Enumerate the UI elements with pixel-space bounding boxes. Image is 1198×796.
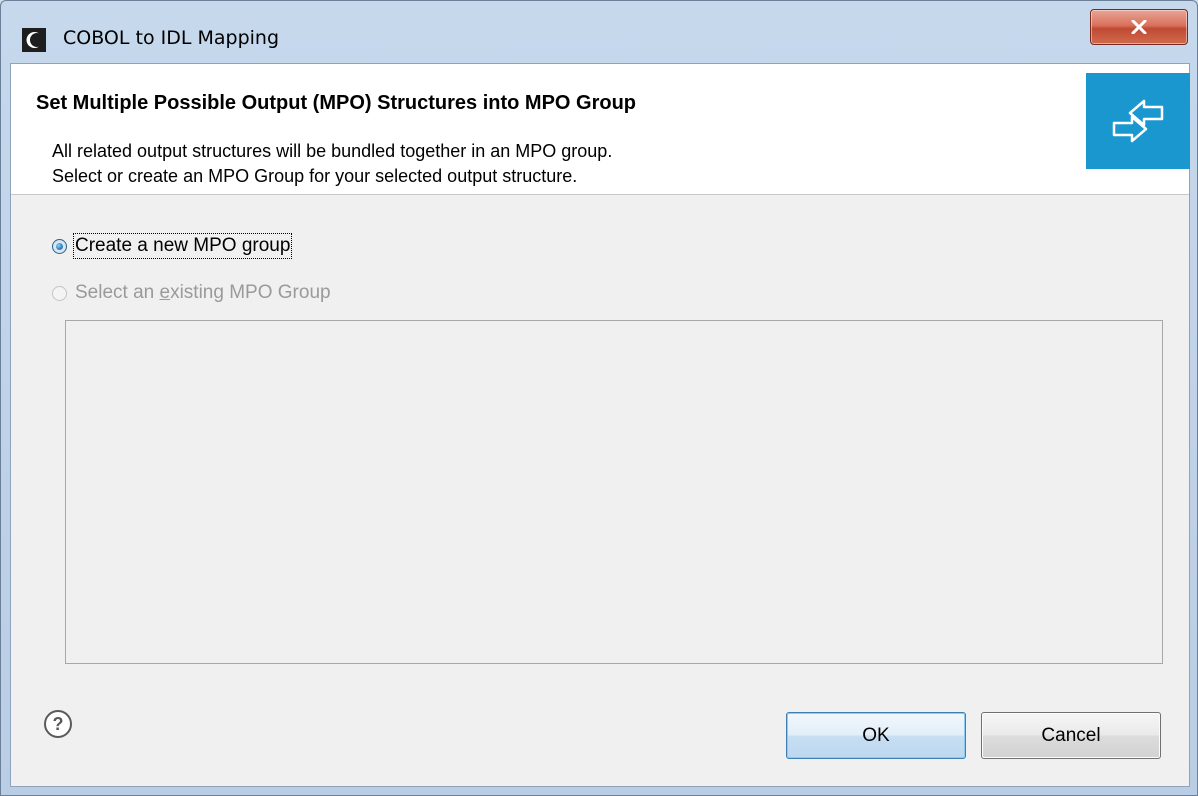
cancel-button[interactable]: Cancel xyxy=(981,712,1161,759)
ok-button[interactable]: OK xyxy=(786,712,966,759)
wizard-banner: Set Multiple Possible Output (MPO) Struc… xyxy=(11,64,1190,195)
create-new-group-label[interactable]: Create a new MPO group xyxy=(72,233,293,259)
select-existing-label-suffix: xisting MPO Group xyxy=(170,282,331,303)
create-new-group-radio[interactable] xyxy=(52,238,67,254)
create-new-group-option[interactable]: Create a new MPO group xyxy=(52,233,293,259)
help-icon[interactable]: ? xyxy=(43,709,73,739)
window-title: COBOL to IDL Mapping xyxy=(63,27,280,49)
mapping-arrows-icon xyxy=(1086,73,1190,169)
close-icon xyxy=(1131,20,1147,34)
select-existing-label-prefix: Select an xyxy=(75,282,160,303)
select-existing-group-label[interactable]: Select an existing MPO Group xyxy=(75,282,331,304)
app-icon xyxy=(22,28,46,52)
dialog-window: COBOL to IDL Mapping Set Multiple Possib… xyxy=(0,0,1198,796)
select-existing-group-radio[interactable] xyxy=(52,285,67,301)
banner-description: All related output structures will be bu… xyxy=(52,139,612,189)
select-existing-label-mnemonic: e xyxy=(159,282,171,303)
svg-text:?: ? xyxy=(53,714,64,734)
close-button[interactable] xyxy=(1090,9,1188,45)
select-existing-group-option[interactable]: Select an existing MPO Group xyxy=(52,282,331,304)
banner-title: Set Multiple Possible Output (MPO) Struc… xyxy=(36,92,637,114)
banner-description-line-1: All related output structures will be bu… xyxy=(52,141,613,161)
existing-group-list[interactable] xyxy=(65,320,1163,664)
dialog-content: Set Multiple Possible Output (MPO) Struc… xyxy=(10,63,1190,787)
title-bar[interactable]: COBOL to IDL Mapping xyxy=(1,1,1197,63)
banner-description-line-2: Select or create an MPO Group for your s… xyxy=(52,166,578,186)
